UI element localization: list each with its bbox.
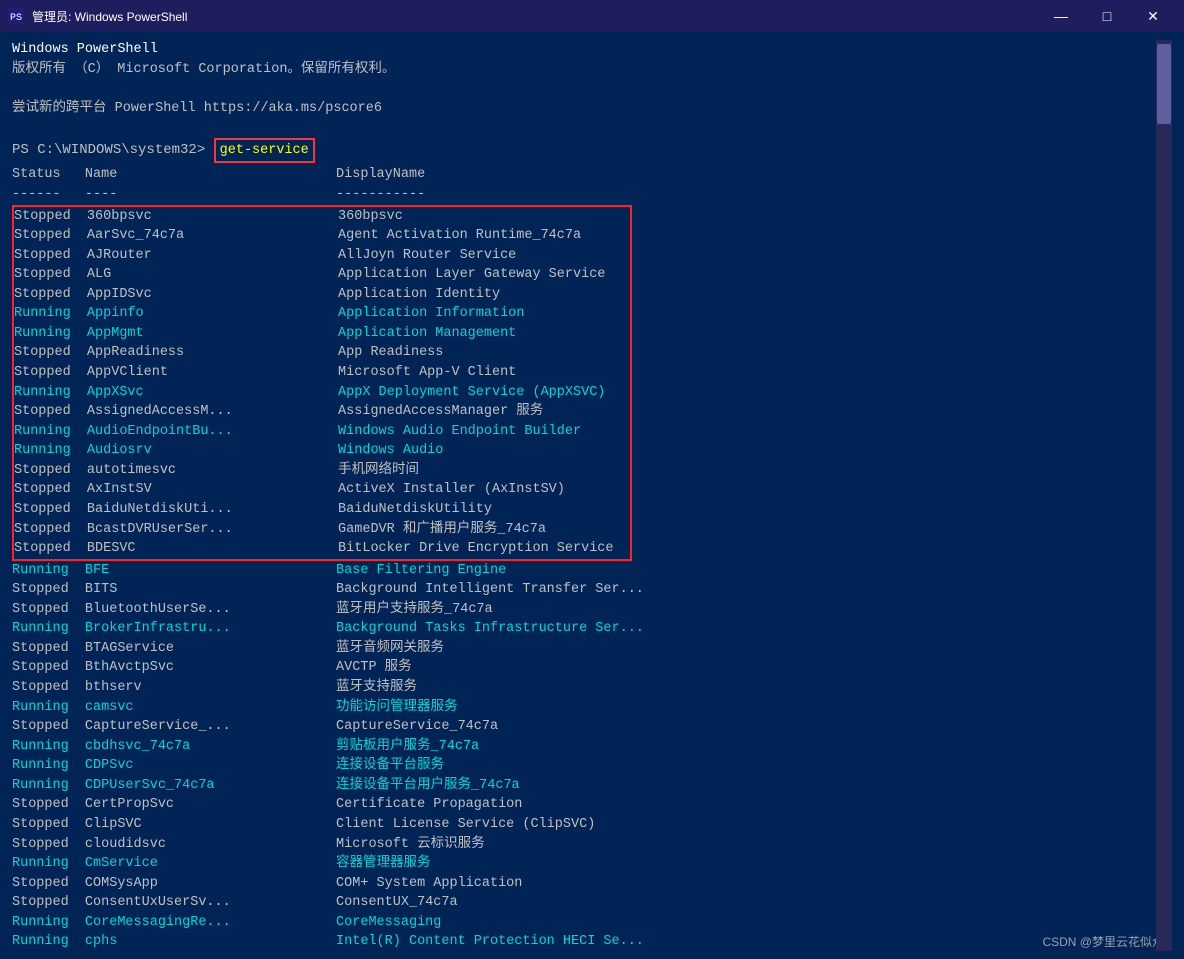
table-divider: ------ ---- ----------- (12, 185, 1156, 205)
svc-Appinfo: Running Appinfo Application Information (14, 304, 630, 324)
intro-line-3 (12, 79, 1156, 99)
svc-360bpsvc: Stopped 360bpsvc 360bpsvc (14, 207, 630, 227)
svc-BFE: Running BFE Base Filtering Engine (12, 561, 1156, 581)
bordered-services-section: Stopped 360bpsvc 360bpsvc Stopped AarSvc… (12, 205, 632, 561)
svg-text:PS: PS (10, 13, 22, 24)
close-button[interactable]: ✕ (1130, 0, 1176, 32)
svc-BrokerInfrastru: Running BrokerInfrastru... Background Ta… (12, 619, 1156, 639)
scrollbar-thumb[interactable] (1157, 44, 1171, 124)
svc-AxInstSV: Stopped AxInstSV ActiveX Installer (AxIn… (14, 480, 630, 500)
title-bar: PS 管理员: Windows PowerShell — □ ✕ (0, 0, 1184, 32)
svc-ALG: Stopped ALG Application Layer Gateway Se… (14, 265, 630, 285)
svc-BaiduNetdiskUti: Stopped BaiduNetdiskUti... BaiduNetdiskU… (14, 500, 630, 520)
services-output: Status Name DisplayName ------ ---- ----… (12, 165, 1156, 951)
command-text: get-service (214, 138, 315, 164)
svc-BcastDVRUserSer: Stopped BcastDVRUserSer... GameDVR 和广播用户… (14, 520, 630, 540)
svc-camsvc: Running camsvc 功能访问管理器服务 (12, 698, 1156, 718)
table-header: Status Name DisplayName (12, 165, 1156, 185)
svc-AssignedAccessM: Stopped AssignedAccessM... AssignedAcces… (14, 402, 630, 422)
terminal-content: Windows PowerShell 版权所有 （C） Microsoft Co… (12, 40, 1156, 951)
svc-bthserv: Stopped bthserv 蓝牙支持服务 (12, 678, 1156, 698)
svc-CDPSvc: Running CDPSvc 连接设备平台服务 (12, 756, 1156, 776)
svc-BthAvctpSvc: Stopped BthAvctpSvc AVCTP 服务 (12, 658, 1156, 678)
svc-CDPUserSvc: Running CDPUserSvc_74c7a 连接设备平台用户服务_74c7… (12, 776, 1156, 796)
watermark: CSDN @梦里云花似众 (1042, 934, 1156, 951)
svc-AppIDSvc: Stopped AppIDSvc Application Identity (14, 285, 630, 305)
svc-cphs: Running cphs Intel(R) Content Protection… (12, 932, 1156, 951)
svc-AppMgmt: Running AppMgmt Application Management (14, 324, 630, 344)
window-controls: — □ ✕ (1038, 0, 1176, 32)
svc-Audiosrv: Running Audiosrv Windows Audio (14, 441, 630, 461)
svc-CoreMessagingRe: Running CoreMessagingRe... CoreMessaging (12, 913, 1156, 933)
intro-line-2: 版权所有 （C） Microsoft Corporation。保留所有权利。 (12, 60, 1156, 80)
svc-AppReadiness: Stopped AppReadiness App Readiness (14, 343, 630, 363)
prompt-text: PS C:\WINDOWS\system32> (12, 140, 214, 160)
svc-cbdhsvc: Running cbdhsvc_74c7a 剪贴板用户服务_74c7a (12, 737, 1156, 757)
command-line: PS C:\WINDOWS\system32> get-service (12, 138, 1156, 164)
powershell-icon: PS (8, 8, 24, 24)
svc-AppXSvc: Running AppXSvc AppX Deployment Service … (14, 383, 630, 403)
svc-ClipSVC: Stopped ClipSVC Client License Service (… (12, 815, 1156, 835)
window-title: 管理员: Windows PowerShell (32, 8, 1038, 25)
minimize-button[interactable]: — (1038, 0, 1084, 32)
powershell-window: PS 管理员: Windows PowerShell — □ ✕ Windows… (0, 0, 1184, 959)
svc-AarSvc: Stopped AarSvc_74c7a Agent Activation Ru… (14, 226, 630, 246)
svc-cloudidsvc: Stopped cloudidsvc Microsoft 云标识服务 (12, 835, 1156, 855)
svc-BTAGService: Stopped BTAGService 蓝牙音频网关服务 (12, 639, 1156, 659)
svc-autotimesvc: Stopped autotimesvc 手机网络时间 (14, 461, 630, 481)
svc-BDESVC: Stopped BDESVC BitLocker Drive Encryptio… (14, 539, 630, 559)
svc-COMSysApp: Stopped COMSysApp COM+ System Applicatio… (12, 874, 1156, 894)
svc-AudioEndpointBu: Running AudioEndpointBu... Windows Audio… (14, 422, 630, 442)
intro-line-4: 尝试新的跨平台 PowerShell https://aka.ms/pscore… (12, 99, 1156, 119)
svc-AppVClient: Stopped AppVClient Microsoft App-V Clien… (14, 363, 630, 383)
scrollbar[interactable] (1156, 40, 1172, 951)
intro-line-1: Windows PowerShell (12, 40, 1156, 60)
svc-ConsentUxUserSv: Stopped ConsentUxUserSv... ConsentUX_74c… (12, 893, 1156, 913)
intro-line-5 (12, 118, 1156, 138)
svc-CertPropSvc: Stopped CertPropSvc Certificate Propagat… (12, 795, 1156, 815)
maximize-button[interactable]: □ (1084, 0, 1130, 32)
terminal-body: Windows PowerShell 版权所有 （C） Microsoft Co… (0, 32, 1184, 959)
svc-BluetoothUserSe: Stopped BluetoothUserSe... 蓝牙用户支持服务_74c7… (12, 600, 1156, 620)
svc-CmService: Running CmService 容器管理器服务 (12, 854, 1156, 874)
svc-AJRouter: Stopped AJRouter AllJoyn Router Service (14, 246, 630, 266)
svc-BITS: Stopped BITS Background Intelligent Tran… (12, 580, 1156, 600)
svc-CaptureService: Stopped CaptureService_... CaptureServic… (12, 717, 1156, 737)
